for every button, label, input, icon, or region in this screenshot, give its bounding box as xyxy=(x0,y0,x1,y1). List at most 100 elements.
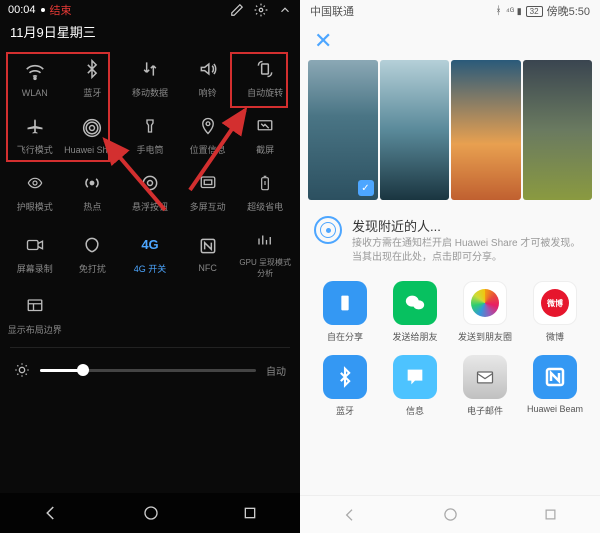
carrier-label: 中国联通 xyxy=(310,3,354,19)
share-sheet-panel: 中国联通 ᚼ ⁴ᴳ ▮ 32 傍晚5:50 ✕ ✓ 发现附近的人... 接收方需… xyxy=(300,0,600,533)
status-bar-right: 中国联通 ᚼ ⁴ᴳ ▮ 32 傍晚5:50 xyxy=(300,0,600,22)
tile-layout[interactable]: 显示布局边界 xyxy=(6,286,64,343)
tile-battery[interactable]: 超级省电 xyxy=(236,163,294,220)
brightness-row: 自动 xyxy=(0,352,300,388)
rec-label[interactable]: 结束 xyxy=(50,2,72,18)
share-weibo[interactable]: 微博微博 xyxy=(520,281,590,343)
signal-icon: ⁴ᴳ ▮ xyxy=(506,6,522,17)
message-icon xyxy=(393,355,437,399)
home-button[interactable] xyxy=(143,505,159,521)
tile-cast[interactable]: 多屏互动 xyxy=(179,163,237,220)
moments-icon xyxy=(463,281,507,325)
tile-record[interactable]: 屏幕录制 xyxy=(6,220,64,286)
share-wechat[interactable]: 发送给朋友 xyxy=(380,281,450,343)
screenshot-icon xyxy=(255,117,275,135)
tile-hotspot[interactable]: 热点 xyxy=(64,163,122,220)
tile-rotate[interactable]: 自动旋转 xyxy=(236,49,294,106)
discover-title: 发现附近的人... xyxy=(352,216,586,235)
tile-sound[interactable]: 响铃 xyxy=(179,49,237,106)
check-icon: ✓ xyxy=(358,180,374,196)
4g-icon: 4G xyxy=(137,232,163,258)
thumbnail-2[interactable] xyxy=(380,60,450,200)
share-bluetooth[interactable]: 蓝牙 xyxy=(310,355,380,417)
tile-nfc[interactable]: NFC xyxy=(179,220,237,286)
bluetooth-share-icon xyxy=(323,355,367,399)
quick-settings-panel: 00:04 结束 11月9日星期三 WLAN 蓝牙 移动数据 响铃 自动旋转 飞… xyxy=(0,0,300,533)
bluetooth-status-icon: ᚼ xyxy=(495,5,502,17)
wifi-icon xyxy=(24,60,46,82)
hotspot-icon xyxy=(82,173,102,193)
tile-huawei-share[interactable]: Huawei Share xyxy=(64,106,122,163)
share-native[interactable]: 自在分享 xyxy=(310,281,380,343)
share-message[interactable]: 信息 xyxy=(380,355,450,417)
tile-dnd[interactable]: 免打扰 xyxy=(64,220,122,286)
native-share-icon xyxy=(323,281,367,325)
auto-brightness-toggle[interactable]: 自动 xyxy=(266,363,286,378)
recent-button-r[interactable] xyxy=(543,507,558,522)
share-beam[interactable]: Huawei Beam xyxy=(520,355,590,417)
layout-icon xyxy=(25,297,45,315)
nav-bar xyxy=(0,493,300,533)
location-icon xyxy=(199,116,217,136)
share-icon xyxy=(82,118,102,138)
thumbnail-3[interactable] xyxy=(451,60,521,200)
tile-data[interactable]: 移动数据 xyxy=(121,49,179,106)
gear-icon[interactable] xyxy=(254,3,268,17)
rotate-icon xyxy=(255,59,275,79)
thumbnail-1[interactable]: ✓ xyxy=(308,60,378,200)
email-icon xyxy=(463,355,507,399)
tile-eye[interactable]: 护眼模式 xyxy=(6,163,64,220)
dnd-icon xyxy=(82,235,102,255)
nfc-icon xyxy=(198,236,218,256)
tile-torch[interactable]: 手电筒 xyxy=(121,106,179,163)
wechat-icon xyxy=(393,281,437,325)
gpu-icon xyxy=(255,231,275,249)
tile-4g[interactable]: 4G4G 开关 xyxy=(121,220,179,286)
chevron-up-icon[interactable] xyxy=(278,3,292,17)
share-moments[interactable]: 发送到朋友圈 xyxy=(450,281,520,343)
status-bar: 00:04 结束 xyxy=(0,0,300,20)
airplane-icon xyxy=(25,116,45,136)
thumbnail-4[interactable] xyxy=(523,60,593,200)
clock: 00:04 xyxy=(8,4,36,16)
date-label: 11月9日星期三 xyxy=(0,20,300,49)
nfc-beam-icon xyxy=(533,355,577,399)
battery-icon xyxy=(257,172,273,194)
sound-icon xyxy=(198,59,218,79)
record-icon xyxy=(24,236,46,254)
share-grid: 自在分享 发送给朋友 发送到朋友圈 微博微博 蓝牙 信息 电子邮件 Huawei… xyxy=(300,281,600,417)
qs-grid: WLAN 蓝牙 移动数据 响铃 自动旋转 飞行模式 Huawei Share 手… xyxy=(0,49,300,343)
clock-right: 傍晚5:50 xyxy=(547,3,590,19)
back-button-r[interactable] xyxy=(342,507,358,523)
tile-float[interactable]: 悬浮按钮 xyxy=(121,163,179,220)
battery-status-icon: 32 xyxy=(526,6,543,17)
back-button[interactable] xyxy=(42,504,60,522)
bluetooth-icon xyxy=(82,59,102,79)
rec-dot-icon xyxy=(41,8,45,12)
eye-icon xyxy=(25,175,45,191)
data-icon xyxy=(140,59,160,79)
tile-bluetooth[interactable]: 蓝牙 xyxy=(64,49,122,106)
brightness-icon xyxy=(14,362,30,378)
tile-airplane[interactable]: 飞行模式 xyxy=(6,106,64,163)
discover-sub: 接收方需在通知栏开启 Huawei Share 才可被发现。当其出现在此处，点击… xyxy=(352,237,586,265)
tile-screenshot[interactable]: 截屏 xyxy=(236,106,294,163)
divider xyxy=(10,347,290,348)
nav-bar-right xyxy=(300,495,600,533)
cast-icon xyxy=(198,174,218,192)
home-button-r[interactable] xyxy=(443,507,458,522)
tile-location[interactable]: 位置信息 xyxy=(179,106,237,163)
discover-section[interactable]: 发现附近的人... 接收方需在通知栏开启 Huawei Share 才可被发现。… xyxy=(300,200,600,281)
tile-gpu[interactable]: GPU 呈现模式分析 xyxy=(236,220,294,286)
brightness-slider[interactable] xyxy=(40,369,256,372)
torch-icon xyxy=(141,116,159,136)
recent-button[interactable] xyxy=(242,505,258,521)
edit-icon[interactable] xyxy=(230,3,244,17)
discover-icon xyxy=(314,216,342,244)
tile-wlan[interactable]: WLAN xyxy=(6,49,64,106)
close-button[interactable]: ✕ xyxy=(300,22,600,60)
weibo-icon: 微博 xyxy=(533,281,577,325)
image-thumbnails: ✓ xyxy=(300,60,600,200)
float-icon xyxy=(140,173,160,193)
share-email[interactable]: 电子邮件 xyxy=(450,355,520,417)
